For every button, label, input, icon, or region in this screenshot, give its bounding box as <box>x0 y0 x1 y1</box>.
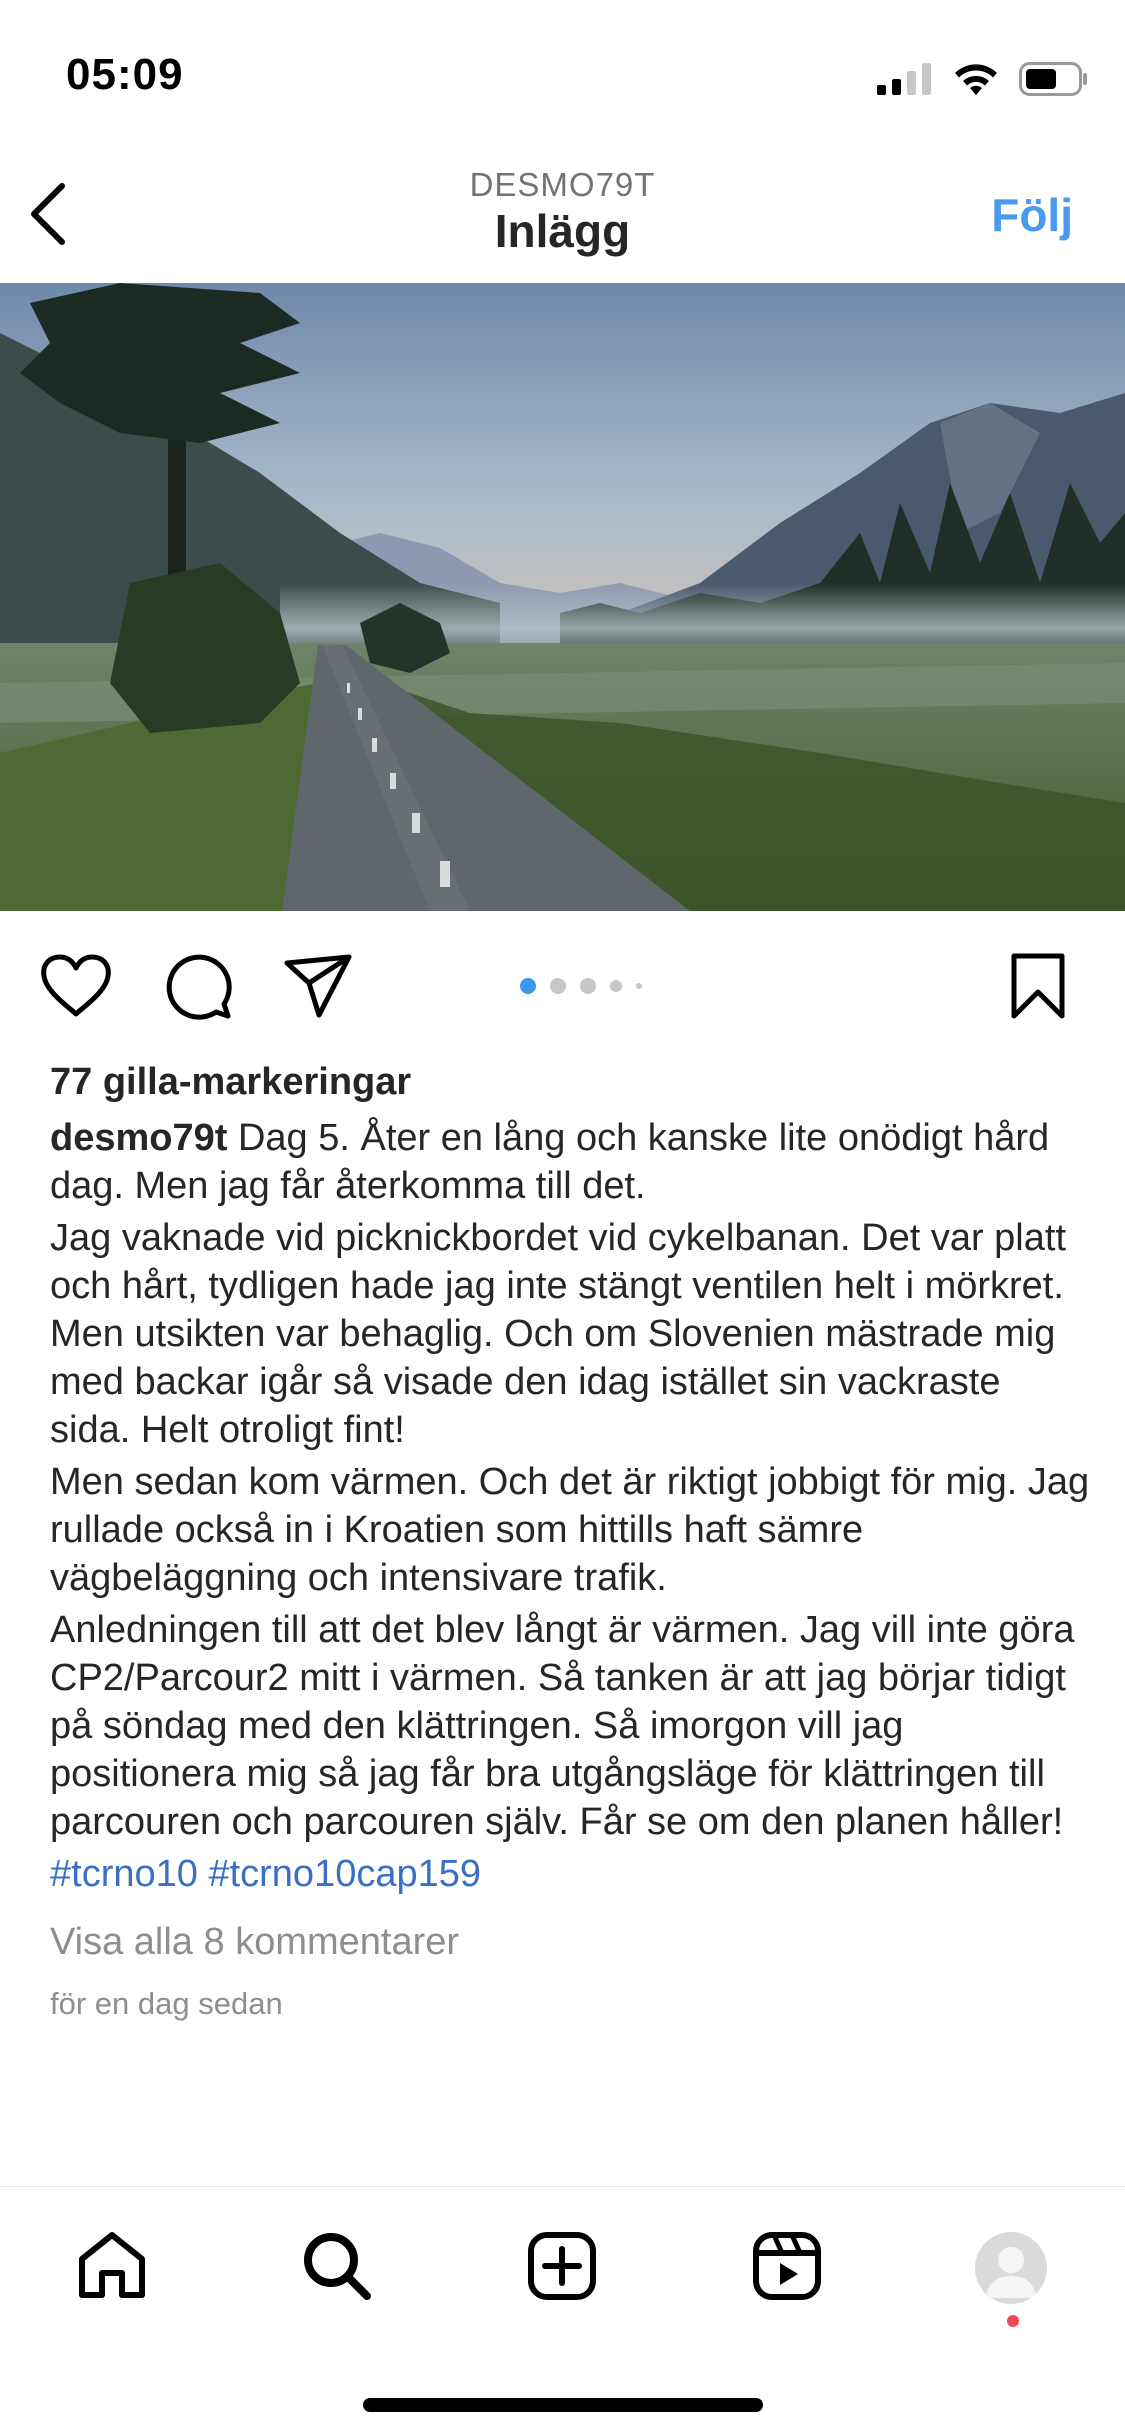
likes-count[interactable]: 77 gilla-markeringar <box>50 1054 1090 1110</box>
comment-bubble-icon <box>164 952 232 1025</box>
avatar <box>975 2232 1047 2304</box>
bookmark-icon <box>1010 952 1066 1025</box>
status-bar: 05:09 <box>0 0 1125 150</box>
profile-notification-dot <box>1007 2315 1019 2327</box>
caption-first-paragraph: desmo79t Dag 5. Åter en lång och kanske … <box>50 1114 1090 1210</box>
tab-search[interactable] <box>292 2223 382 2313</box>
tab-profile[interactable] <box>966 2223 1056 2313</box>
post-actions <box>0 912 1125 1054</box>
tab-reels[interactable] <box>742 2223 832 2313</box>
carousel-dot <box>550 978 566 994</box>
status-icons <box>877 62 1089 101</box>
hashtag-link[interactable]: #tcrno10cap159 <box>208 1853 481 1895</box>
carousel-dot <box>610 980 622 992</box>
home-indicator <box>363 2398 763 2412</box>
caption-author[interactable]: desmo79t <box>50 1117 227 1159</box>
heart-icon <box>40 954 112 1023</box>
cellular-signal-icon <box>877 63 933 100</box>
comment-button[interactable] <box>158 948 238 1028</box>
carousel-indicator <box>520 978 642 994</box>
paper-plane-icon <box>283 953 353 1024</box>
share-button[interactable] <box>278 948 358 1028</box>
wifi-icon <box>953 62 999 101</box>
page-title: Inlägg <box>494 205 631 257</box>
tab-home[interactable] <box>67 2223 157 2313</box>
follow-button[interactable]: Följ <box>991 188 1073 242</box>
view-comments-link[interactable]: Visa alla 8 kommentarer <box>50 1918 1090 1966</box>
plus-square-icon <box>527 2231 597 2306</box>
reels-icon <box>752 2231 822 2306</box>
caption-paragraph: Men sedan kom värmen. Och det är riktigt… <box>50 1461 1100 1599</box>
caption-paragraph: Jag vaknade vid picknickbordet vid cykel… <box>50 1217 1077 1451</box>
bottom-tab-bar <box>0 2186 1125 2337</box>
post-header: DESMO79T Inlägg Följ <box>0 150 1125 282</box>
hashtag-link[interactable]: #tcrno10 <box>50 1853 198 1895</box>
search-icon <box>301 2230 373 2307</box>
header-username[interactable]: DESMO79T <box>0 166 1125 204</box>
like-button[interactable] <box>36 948 116 1028</box>
status-time: 05:09 <box>66 50 184 99</box>
post-photo[interactable] <box>0 283 1125 911</box>
carousel-dot <box>636 983 642 989</box>
tab-create[interactable] <box>517 2223 607 2313</box>
caption-paragraph: Anledningen till att det blev långt är v… <box>50 1609 1086 1843</box>
save-button[interactable] <box>998 948 1078 1028</box>
post-caption-area: 77 gilla-markeringar desmo79t Dag 5. Åte… <box>50 1054 1090 2026</box>
carousel-dot-active <box>520 978 536 994</box>
battery-icon <box>1019 62 1089 101</box>
carousel-dot <box>580 978 596 994</box>
post-timestamp: för en dag sedan <box>50 1986 283 2021</box>
hashtags: #tcrno10 #tcrno10cap159 <box>50 1850 1090 1898</box>
home-icon <box>76 2231 148 2306</box>
